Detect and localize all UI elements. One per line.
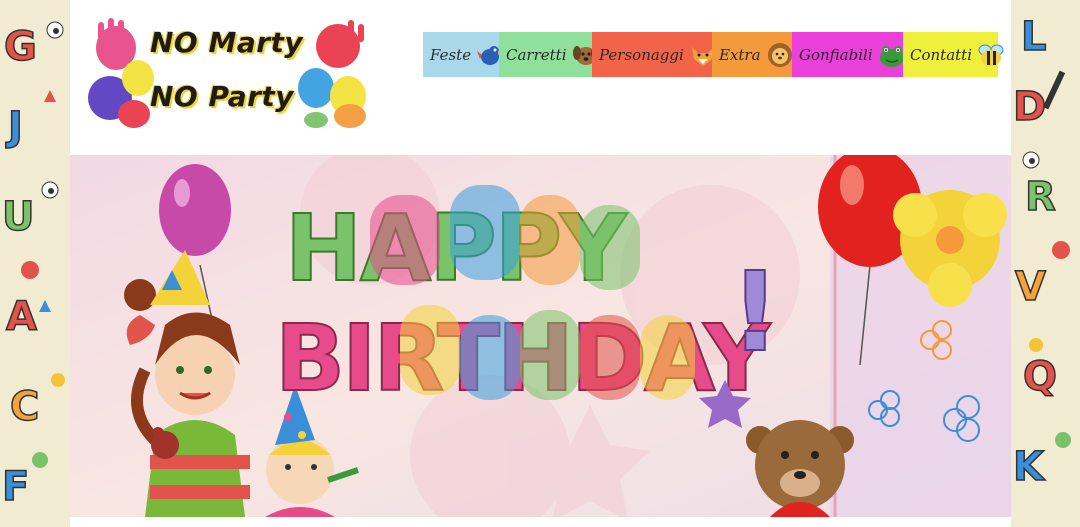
site-logo[interactable]: NO Marty NO Party — [86, 18, 372, 128]
svg-text:K: K — [1013, 444, 1046, 490]
svg-text:F: F — [2, 464, 29, 510]
svg-text:C: C — [10, 384, 39, 430]
footer-strip — [70, 517, 1011, 527]
site-header: NO Marty NO Party Feste Carretti Persona… — [70, 0, 1011, 155]
svg-text:L: L — [1021, 14, 1047, 60]
hero-banner: HAPPY BIRTHDAY ! — [70, 155, 1011, 517]
nav-item-label: Feste — [430, 45, 472, 64]
svg-text:V: V — [1015, 264, 1046, 310]
svg-text:Q: Q — [1023, 354, 1057, 400]
nav-item-gonfiabili[interactable]: Gonfiabili — [792, 32, 904, 77]
logo-line-1: NO Marty — [150, 26, 304, 59]
svg-text:R: R — [1025, 174, 1056, 220]
svg-text:D: D — [1013, 84, 1046, 130]
nav-item-feste[interactable]: Feste — [423, 32, 504, 77]
main-nav: Feste Carretti Personaggi Extra Gonfiabi… — [423, 32, 1004, 77]
bee-icon — [978, 44, 1004, 66]
page-container: NO Marty NO Party Feste Carretti Persona… — [70, 0, 1011, 527]
svg-text:U: U — [2, 194, 34, 240]
svg-text:G: G — [4, 24, 37, 70]
svg-text:A: A — [6, 294, 37, 340]
background-pattern-left: G J U A C F — [0, 0, 70, 527]
svg-text:J: J — [5, 104, 23, 150]
background-pattern-right: L D R V Q K — [1011, 0, 1080, 527]
logo-line-2: NO Party — [150, 80, 295, 113]
nav-item-extra[interactable]: Extra — [712, 32, 792, 77]
nav-item-carretti[interactable]: Carretti — [499, 32, 599, 77]
frog-icon — [879, 45, 904, 67]
nav-item-contatti[interactable]: Contatti — [903, 32, 1004, 77]
nav-item-label: Gonfiabili — [799, 45, 873, 64]
nav-item-label: Personaggi — [599, 45, 684, 64]
nav-item-label: Contatti — [910, 45, 972, 64]
nav-item-personaggi[interactable]: Personaggi — [592, 32, 714, 77]
lion-icon — [767, 42, 792, 67]
nav-item-label: Carretti — [506, 45, 567, 64]
title-exclamation: ! — [730, 248, 780, 376]
nav-item-label: Extra — [719, 45, 761, 64]
